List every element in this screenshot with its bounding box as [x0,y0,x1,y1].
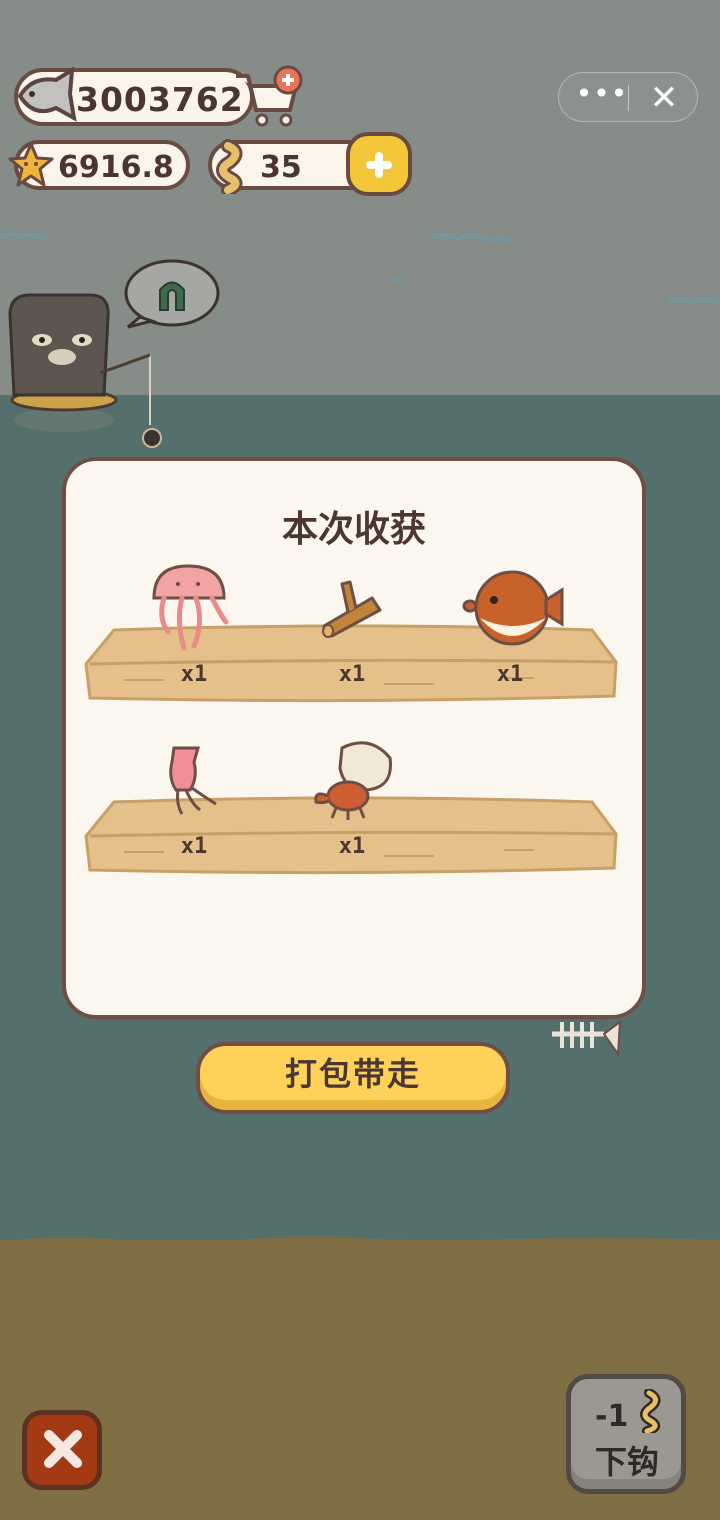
pufferfish-icon [462,570,564,646]
miniapp-capsule: ••• ✕ [558,72,698,122]
shop-cart-icon[interactable] [232,62,308,132]
more-options-button[interactable]: ••• [575,79,629,115]
jellyfish-icon [152,564,229,651]
catch-qty-jellyfish: x1 [180,662,208,687]
hook-cost: -1 [595,1399,629,1434]
cast-hook-button[interactable]: -1 下钩 [566,1374,686,1494]
close-miniapp-button[interactable]: ✕ [641,79,687,117]
catch-qty-driftwood: x1 [338,662,366,687]
take-all-button[interactable]: 打包带走 [196,1042,510,1114]
panel-title: 本次收获 [281,509,426,550]
star-icon [8,142,54,187]
driftwood-icon [322,580,382,638]
catch-qty-pufferfish: x1 [496,662,524,687]
add-bait-button[interactable] [346,132,412,196]
star-value: 6916.8 [58,150,174,185]
exit-button[interactable] [22,1410,102,1490]
worm-bait-icon [216,139,243,194]
catch-qty-squid: x1 [180,834,208,859]
hook-label: 下钩 [595,1443,660,1481]
hermit-crab-icon [314,741,392,820]
fish-coin-icon [17,66,77,122]
catch-qty-hermit-crab: x1 [338,834,366,859]
squid-icon [169,746,217,815]
fish-skeleton-decoration [552,1019,622,1057]
capsule-divider [628,85,629,111]
bait-value: 35 [260,150,302,185]
take-all-label: 打包带走 [284,1055,421,1093]
fish-coin-value: 3003762 [76,80,244,119]
worm-bait-icon [640,1389,661,1433]
close-icon [44,1430,82,1468]
cat-fisher [8,259,220,448]
